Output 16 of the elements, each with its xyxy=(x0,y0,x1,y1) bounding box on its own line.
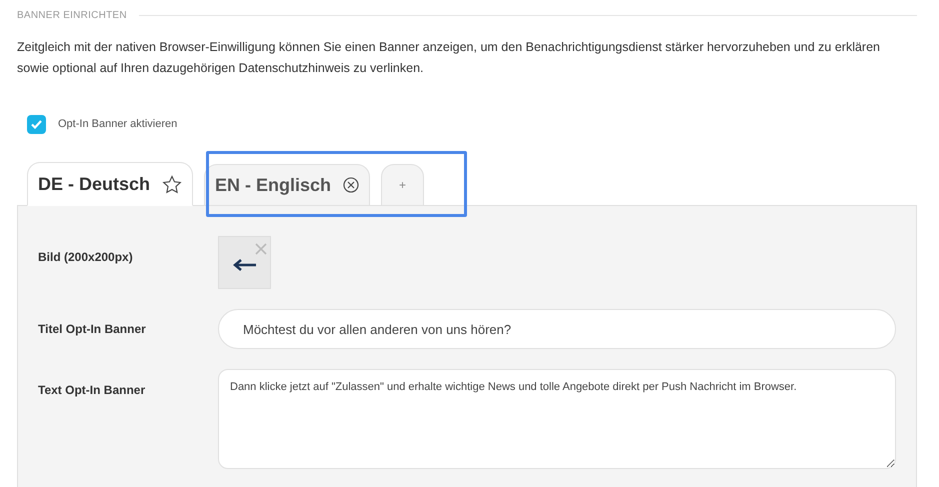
checkbox[interactable] xyxy=(27,115,46,134)
star-icon[interactable] xyxy=(162,174,182,194)
close-circle-icon[interactable] xyxy=(343,177,360,193)
field-label: Bild (200x200px) xyxy=(38,249,134,266)
arrow-left-icon xyxy=(233,259,257,271)
language-tab[interactable]: EN - Englisch xyxy=(204,164,370,206)
description: Zeitgleich mit der nativen Browser-Einwilligung können Sie einen Banner anzeigen, um den Benachrichtigungsdienst stärker hervorzuheben und zu erklären sowie optional auf Ihren dazugehörigen Datenschutzhinweis zu verlinken. xyxy=(17,39,882,77)
checkbox-label: Opt-In Banner aktivieren xyxy=(58,117,178,132)
checkmark-icon xyxy=(31,120,42,129)
field-label: Titel Opt-In Banner xyxy=(38,321,147,338)
title-input[interactable]: Möchtest du vor allen anderen von uns hören? xyxy=(218,309,896,349)
image-thumbnail[interactable] xyxy=(218,236,271,289)
language-tab[interactable]: DE - Deutsch xyxy=(27,162,194,206)
text-area[interactable]: Dann klicke jetzt auf "Zulassen" und erhalte wichtige News und tolle Angebote direkt per Push Nachricht im Browser. xyxy=(218,369,896,469)
section-title: BANNER EINRICHTEN xyxy=(17,8,127,22)
field-label: Text Opt-In Banner xyxy=(38,382,146,399)
